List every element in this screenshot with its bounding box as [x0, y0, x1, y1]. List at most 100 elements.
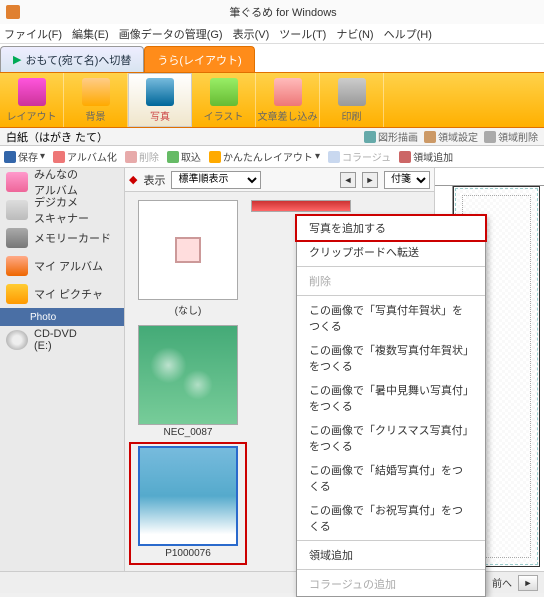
- tab-front[interactable]: ▶おもて(宛て名)へ切替: [0, 46, 144, 72]
- btn-collage[interactable]: コラージュ: [328, 149, 391, 164]
- btn-save-label: 保存: [18, 149, 38, 164]
- ribbon-bg-label: 背景: [86, 108, 106, 123]
- document-title: 白紙（はがき たて）: [6, 129, 108, 145]
- photo-icon: [146, 78, 174, 106]
- tool-regiondel[interactable]: 領域削除: [484, 129, 538, 144]
- bg-icon: [82, 78, 110, 106]
- arrow-right-icon: ▶: [13, 53, 21, 66]
- ctx-clipboard[interactable]: クリップボードへ転送: [297, 240, 485, 264]
- dot-icon: ◆: [129, 173, 137, 186]
- btn-import-label: 取込: [181, 149, 201, 164]
- ctx-add-photo[interactable]: 写真を追加する: [297, 216, 485, 240]
- menu-image[interactable]: 画像データの管理(G): [119, 26, 223, 42]
- menu-navi[interactable]: ナビ(N): [336, 26, 373, 42]
- display-bar: ◆ 表示 標準順表示 ◄ ► 付箋: [125, 168, 434, 192]
- thumb-nec0087[interactable]: NEC_0087: [133, 325, 243, 438]
- ctx-collage: コラージュの追加: [297, 572, 485, 596]
- menu-edit[interactable]: 編集(E): [72, 26, 109, 42]
- tool-regiondel-label: 領域削除: [498, 129, 538, 144]
- draw-icon: [364, 131, 376, 143]
- titlebar: 筆ぐるめ for Windows: [0, 0, 544, 24]
- separator: [297, 569, 485, 570]
- easy-icon: [209, 151, 221, 163]
- thumb-image: [138, 325, 238, 425]
- ctx-nenga[interactable]: この画像で「写真付年賀状」をつくる: [297, 298, 485, 338]
- thumb-image: [251, 200, 351, 212]
- separator: [297, 540, 485, 541]
- page-next-button[interactable]: ►: [518, 575, 538, 591]
- page-prev-label: 前へ: [492, 575, 512, 590]
- ribbon-print[interactable]: 印刷: [320, 73, 384, 127]
- delete-icon: [125, 151, 137, 163]
- sidebar-item-everyone-album[interactable]: みんなの アルバム: [0, 168, 124, 196]
- menu-file[interactable]: ファイル(F): [4, 26, 62, 42]
- btn-albumize-label: アルバム化: [67, 149, 117, 164]
- sort-select[interactable]: 標準順表示: [171, 171, 261, 189]
- btn-delete[interactable]: 削除: [125, 149, 159, 164]
- illust-icon: [210, 78, 238, 106]
- save-icon: [4, 151, 16, 163]
- mypictures-icon: [6, 284, 28, 304]
- ctx-multi[interactable]: この画像で「複数写真付年賀状」をつくる: [297, 338, 485, 378]
- ribbon-illust[interactable]: イラスト: [192, 73, 256, 127]
- ctx-region[interactable]: 領域追加: [297, 543, 485, 567]
- sidebar-item-photo[interactable]: Photo: [0, 308, 124, 326]
- thumb-none[interactable]: (なし): [133, 200, 243, 317]
- camera-icon: [6, 200, 28, 220]
- sidebar-item-cddvd[interactable]: CD-DVD (E:): [0, 326, 124, 354]
- tag-select[interactable]: 付箋: [384, 171, 430, 189]
- menu-tool[interactable]: ツール(T): [279, 26, 326, 42]
- ribbon-layout[interactable]: レイアウト: [0, 73, 64, 127]
- sidebar-item-camera[interactable]: デジカメ スキャナー: [0, 196, 124, 224]
- ribbon-photo[interactable]: 写真: [128, 73, 192, 127]
- ctx-wedding[interactable]: この画像で「結婚写真付」をつくる: [297, 458, 485, 498]
- btn-save[interactable]: 保存 ▾: [4, 149, 45, 164]
- separator: [297, 295, 485, 296]
- ctx-xmas[interactable]: この画像で「クリスマス写真付」をつくる: [297, 418, 485, 458]
- sidebar-item-label: CD-DVD (E:): [34, 328, 77, 352]
- ruler-horizontal: [435, 168, 544, 186]
- everyone-icon: [6, 172, 28, 192]
- context-menu: 写真を追加する クリップボードへ転送 削除 この画像で「写真付年賀状」をつくる …: [296, 215, 486, 597]
- tool-region-label: 領域設定: [438, 129, 478, 144]
- thumb-caption: NEC_0087: [164, 427, 213, 438]
- btn-albumize[interactable]: アルバム化: [53, 149, 117, 164]
- sidebar-item-mypictures[interactable]: マイ ピクチャ: [0, 280, 124, 308]
- btn-regionadd[interactable]: 領域追加: [399, 149, 453, 164]
- ribbon-print-label: 印刷: [342, 108, 362, 123]
- separator: [297, 266, 485, 267]
- myalbum-icon: [6, 256, 28, 276]
- tool-draw[interactable]: 図形描画: [364, 129, 418, 144]
- menu-help[interactable]: ヘルプ(H): [384, 26, 432, 42]
- mode-tabs: ▶おもて(宛て名)へ切替 うら(レイアウト): [0, 44, 544, 72]
- btn-delete-label: 削除: [139, 149, 159, 164]
- tab-back[interactable]: うら(レイアウト): [144, 46, 254, 72]
- nav-prev-button[interactable]: ◄: [340, 172, 356, 188]
- ctx-delete: 削除: [297, 269, 485, 293]
- app-icon: [6, 5, 20, 19]
- ribbon-merge[interactable]: 文章差し込み: [256, 73, 320, 127]
- thumb-p1000076[interactable]: P1000076: [133, 446, 243, 561]
- btn-import[interactable]: 取込: [167, 149, 201, 164]
- btn-easy[interactable]: かんたんレイアウト ▾: [209, 149, 320, 164]
- regionadd-icon: [399, 151, 411, 163]
- thumb-caption: (なし): [175, 302, 202, 317]
- ribbon-photo-label: 写真: [150, 108, 170, 123]
- ribbon-merge-label: 文章差し込み: [258, 108, 318, 123]
- ribbon-layout-label: レイアウト: [7, 108, 57, 123]
- region-icon: [424, 131, 436, 143]
- sidebar-item-label: Photo: [30, 312, 56, 323]
- sidebar-item-memorycard[interactable]: メモリーカード: [0, 224, 124, 252]
- ctx-celebrate[interactable]: この画像で「お祝写真付」をつくる: [297, 498, 485, 538]
- ribbon-bg[interactable]: 背景: [64, 73, 128, 127]
- nav-next-button[interactable]: ►: [362, 172, 378, 188]
- menubar: ファイル(F) 編集(E) 画像データの管理(G) 表示(V) ツール(T) ナ…: [0, 24, 544, 44]
- ribbon-illust-label: イラスト: [204, 108, 244, 123]
- ctx-summer[interactable]: この画像で「暑中見舞い写真付」をつくる: [297, 378, 485, 418]
- btn-regionadd-label: 領域追加: [413, 149, 453, 164]
- tool-region[interactable]: 領域設定: [424, 129, 478, 144]
- btn-collage-label: コラージュ: [342, 149, 391, 164]
- menu-view[interactable]: 表示(V): [233, 26, 270, 42]
- sidebar-item-myalbum[interactable]: マイ アルバム: [0, 252, 124, 280]
- layout-icon: [18, 78, 46, 106]
